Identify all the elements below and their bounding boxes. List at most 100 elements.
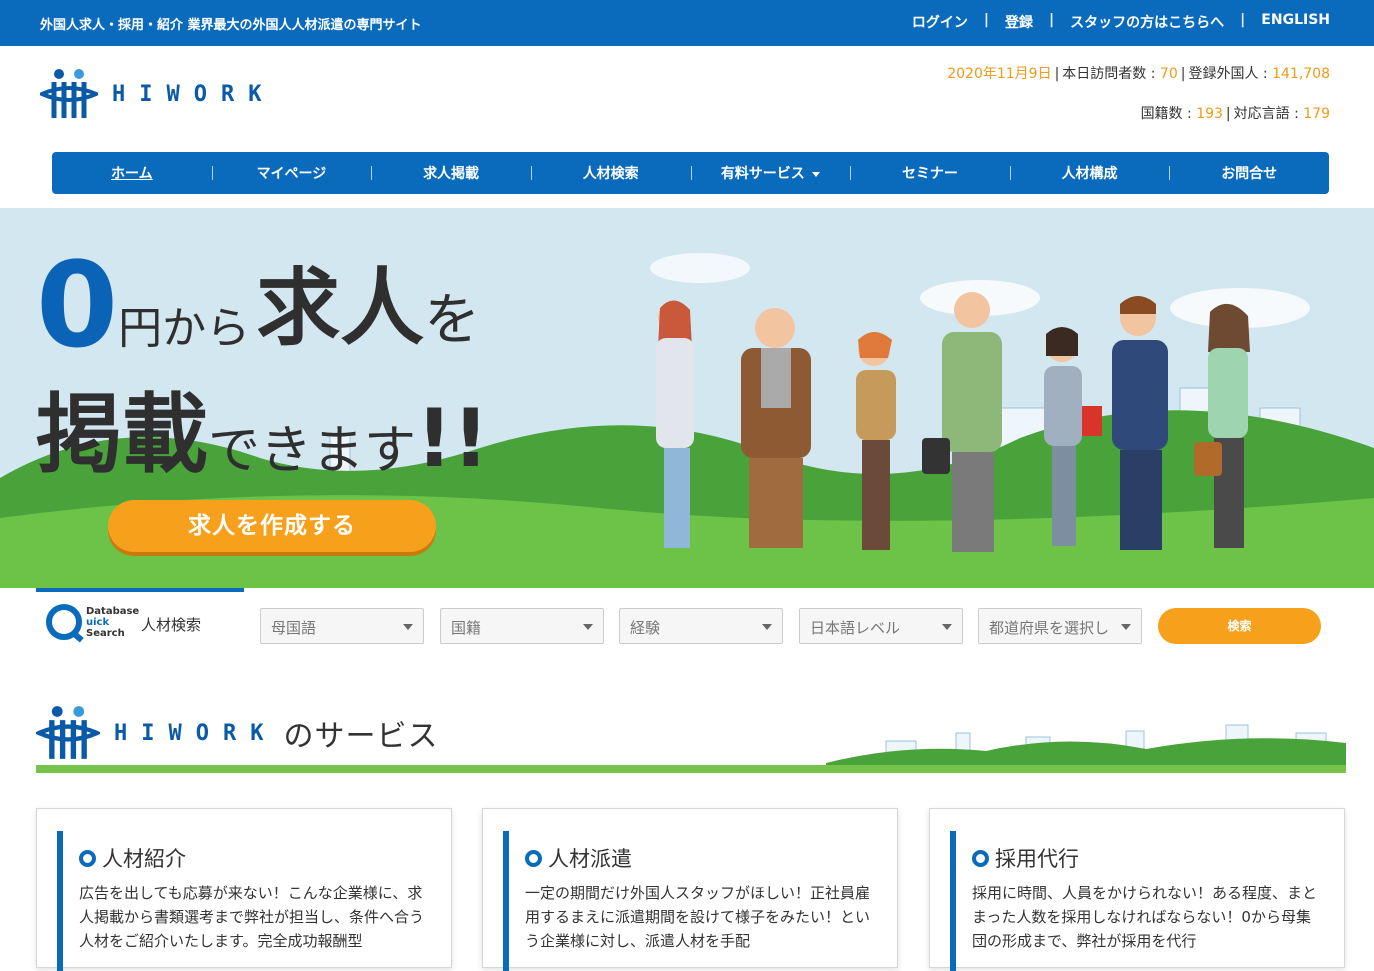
card-text: 一定の期間だけ外国人スタッフがほしい！正社員雇用するまえに派遣期間を設けて様子を…	[525, 884, 871, 950]
hero-yen-kara: 円から	[118, 303, 251, 354]
card-accent-bar	[950, 831, 956, 971]
logo-line: Search	[86, 627, 125, 639]
hero-exclaim: !!	[416, 392, 489, 485]
nav-talent-search[interactable]: 人材検索	[530, 163, 691, 183]
registered-label: 登録外国人 :	[1188, 66, 1273, 82]
separator: |	[1240, 12, 1246, 28]
services-heading: HIWORK のサービス	[36, 703, 1346, 773]
card-title: 人材派遣	[525, 843, 632, 873]
chevron-down-icon	[762, 624, 772, 630]
quick-search-tab-indicator	[36, 588, 244, 592]
chevron-down-icon	[403, 624, 413, 630]
services-logo: HIWORK のサービス	[36, 705, 438, 761]
hero-banner: 0 円から 求人 を 掲載 できます !! 求人を作成する	[0, 208, 1374, 588]
quick-search-logo-text: Database uick Search	[86, 606, 139, 639]
nav-seminar[interactable]: セミナー	[850, 163, 1010, 183]
registered-count: 141,708	[1272, 66, 1330, 82]
nav-label: お問合せ	[1221, 166, 1278, 182]
select-value: 経験	[630, 619, 661, 637]
select-value: 日本語レベル	[810, 619, 901, 637]
site-stats: 2020年11月9日 | 本日訪問者数 : 70 | 登録外国人 : 141,708 国…	[947, 66, 1330, 122]
chevron-down-icon	[942, 624, 952, 630]
services-heading-text: のサービス	[283, 719, 439, 754]
card-title: 人材紹介	[79, 843, 186, 873]
quick-search-label: 人材検索	[141, 616, 202, 634]
circle-icon	[79, 849, 96, 867]
card-text: 採用に時間、人員をかけられない！ある程度、まとまった人数を採用しなければならない…	[972, 884, 1318, 950]
chevron-down-icon	[811, 171, 820, 177]
nav-label: 人材構成	[1061, 166, 1118, 182]
nav-label: 人材検索	[582, 166, 639, 182]
native-language-select[interactable]: 母国語	[260, 608, 424, 644]
search-button[interactable]: 検索	[1158, 608, 1321, 644]
hero-kyujin: 求人	[256, 259, 425, 357]
site-tagline: 外国人求人・採用・紹介 業界最大の外国人人材派遣の専門サイト	[40, 18, 422, 33]
prefecture-select[interactable]: 都道府県を選択し	[978, 608, 1142, 644]
visitors-count: 70	[1159, 66, 1178, 82]
hero-headline: 0 円から 求人 を 掲載 できます !!	[36, 244, 489, 489]
nav-mypage[interactable]: マイページ	[211, 163, 372, 183]
hero-dekimasu: できます	[208, 421, 417, 481]
logo-line: uick	[86, 616, 110, 628]
nav-paid-services[interactable]: 有料サービス	[690, 163, 851, 183]
main-nav: ホーム マイページ 求人掲載 人材検索 有料サービス セミナー 人材構成 お問合…	[52, 152, 1329, 194]
card-title-text: 採用代行	[995, 847, 1079, 871]
nav-label: 有料サービス	[720, 166, 805, 182]
card-title: 採用代行	[972, 843, 1079, 873]
create-job-button[interactable]: 求人を作成する	[108, 500, 436, 552]
nav-talent-composition[interactable]: 人材構成	[1009, 163, 1170, 183]
staff-link[interactable]: スタッフの方はこちらへ	[1070, 12, 1224, 32]
hiwork-logo-icon	[36, 706, 100, 759]
stats-date: 2020年11月9日	[947, 66, 1052, 82]
card-title-text: 人材紹介	[102, 847, 186, 871]
languages-label: 対応言語 :	[1233, 106, 1304, 122]
english-link[interactable]: ENGLISH	[1261, 12, 1330, 32]
select-value: 国籍	[451, 619, 482, 637]
nav-contact[interactable]: お問合せ	[1169, 163, 1329, 183]
service-card-rpo[interactable]: 採用代行 採用に時間、人員をかけられない！ある程度、まとまった人数を採用しなけれ…	[929, 808, 1345, 971]
logo-text: HIWORK	[112, 81, 276, 107]
register-link[interactable]: 登録	[1005, 12, 1033, 32]
card-accent-bar	[57, 831, 63, 971]
japanese-level-select[interactable]: 日本語レベル	[799, 608, 963, 644]
service-card-dispatch[interactable]: 人材派遣 一定の期間だけ外国人スタッフがほしい！正社員雇用するまえに派遣期間を設…	[482, 808, 898, 971]
site-logo[interactable]: HIWORK	[40, 68, 275, 120]
nav-job-posting[interactable]: 求人掲載	[371, 163, 531, 183]
hiwork-logo-icon	[40, 69, 98, 118]
quick-search-logo: Database uick Search	[46, 604, 139, 640]
nationalities-label: 国籍数 :	[1140, 106, 1197, 122]
card-accent-bar	[503, 831, 509, 971]
hero-wo: を	[424, 288, 481, 353]
nav-label: ホーム	[111, 166, 153, 182]
services-divider	[36, 765, 1346, 773]
languages-count: 179	[1303, 106, 1330, 122]
circle-icon	[525, 849, 542, 867]
nationality-select[interactable]: 国籍	[440, 608, 604, 644]
login-link[interactable]: ログイン	[912, 12, 968, 32]
nav-label: 求人掲載	[423, 166, 480, 182]
select-value: 都道府県を選択し	[989, 619, 1110, 637]
top-bar: 外国人求人・採用・紹介 業界最大の外国人人材派遣の専門サイト ログイン | 登録…	[0, 0, 1374, 46]
separator: |	[1049, 12, 1055, 28]
visitors-label: 本日訪問者数 :	[1062, 66, 1160, 82]
nav-home[interactable]: ホーム	[52, 163, 212, 183]
top-links: ログイン | 登録 | スタッフの方はこちらへ | ENGLISH	[912, 12, 1330, 32]
q-icon	[46, 604, 82, 640]
nationalities-count: 193	[1196, 106, 1223, 122]
select-value: 母国語	[271, 619, 317, 637]
hero-zero: 0	[36, 236, 118, 374]
circle-icon	[972, 849, 989, 867]
experience-select[interactable]: 経験	[619, 608, 783, 644]
city-skyline-decoration	[826, 724, 1346, 765]
chevron-down-icon	[1121, 624, 1131, 630]
hero-keisai: 掲載	[36, 385, 208, 485]
service-card-recruitment[interactable]: 人材紹介 広告を出しても応募が来ない！こんな企業様に、求人掲載から書類選考まで弊…	[36, 808, 452, 971]
card-text: 広告を出しても応募が来ない！こんな企業様に、求人掲載から書類選考まで弊社が担当し…	[79, 884, 425, 950]
nav-label: セミナー	[901, 166, 958, 182]
nav-label: マイページ	[256, 166, 327, 182]
logo-text: HIWORK	[114, 720, 278, 746]
logo-line: Database	[86, 605, 140, 617]
chevron-down-icon	[583, 624, 593, 630]
card-title-text: 人材派遣	[548, 847, 632, 871]
separator: |	[983, 12, 990, 28]
